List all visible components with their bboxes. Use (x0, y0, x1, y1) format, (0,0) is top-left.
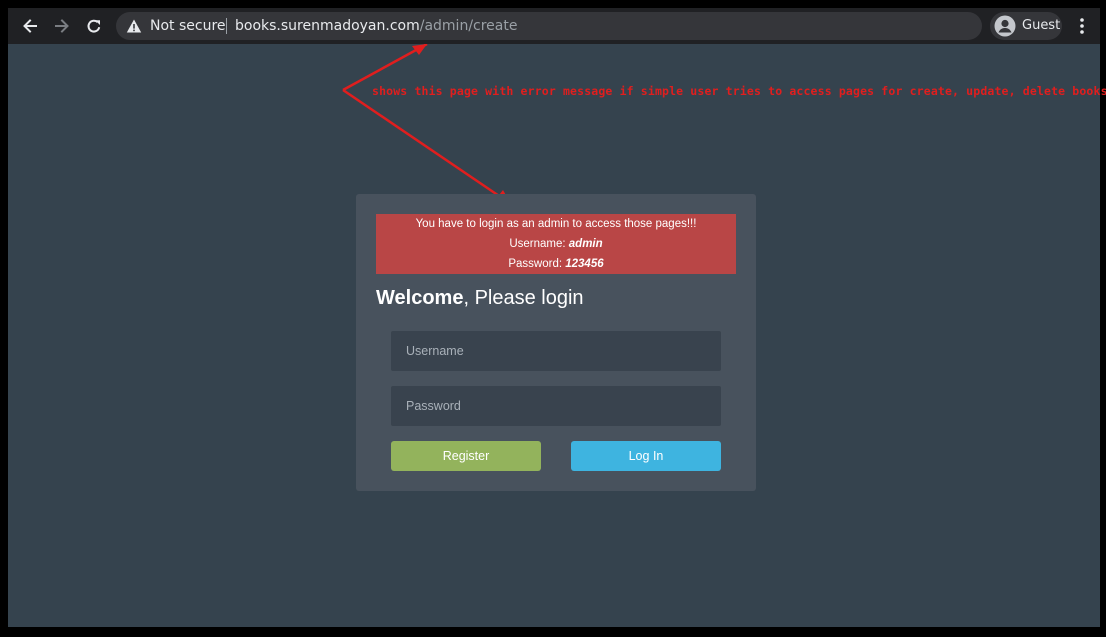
reload-button[interactable] (81, 13, 107, 39)
back-button[interactable] (17, 13, 43, 39)
arrow-left-icon (23, 19, 37, 33)
address-bar[interactable]: Not secure books.surenmadoyan.com/admin/… (116, 12, 982, 40)
arrowhead-url-icon (412, 44, 427, 55)
alert-password-value: 123456 (565, 258, 604, 270)
url-path: /admin/create (419, 18, 518, 34)
register-button[interactable]: Register (391, 441, 541, 471)
warning-triangle-icon (126, 19, 142, 33)
password-field[interactable] (391, 386, 721, 426)
login-heading: Welcome, Please login (376, 286, 584, 310)
address-divider (226, 18, 227, 34)
profile-label: Guest (1022, 18, 1061, 33)
url-text[interactable]: books.surenmadoyan.com/admin/create (235, 18, 517, 34)
reload-icon (87, 19, 101, 33)
browser-menu-button[interactable] (1076, 14, 1088, 38)
login-button[interactable]: Log In (571, 441, 721, 471)
annotation-note: shows this page with error message if si… (372, 84, 1106, 98)
welcome-word: Welcome (376, 287, 464, 309)
account-circle-icon (994, 15, 1016, 37)
alert-message: You have to login as an admin to access … (415, 218, 697, 230)
annotation-arrow-to-alert (342, 88, 509, 204)
security-status-label[interactable]: Not secure (150, 18, 226, 34)
alert-username-line: Username: admin (376, 237, 736, 251)
username-field[interactable] (391, 331, 721, 371)
arrow-right-icon (55, 19, 69, 33)
alert-username-value: admin (568, 238, 603, 250)
alert-password-label: Password: (508, 258, 563, 270)
welcome-subtitle: , Please login (463, 287, 584, 309)
admin-required-alert: You have to login as an admin to access … (376, 214, 736, 274)
browser-toolbar: Not secure books.surenmadoyan.com/admin/… (8, 8, 1100, 44)
forward-button[interactable] (49, 13, 75, 39)
alert-password-line: Password: 123456 (376, 257, 736, 271)
profile-button[interactable]: Guest (990, 12, 1062, 40)
kebab-menu-icon (1080, 18, 1084, 34)
url-host: books.surenmadoyan.com (235, 18, 420, 34)
alert-username-label: Username: (509, 238, 566, 250)
login-panel: You have to login as an admin to access … (356, 194, 756, 491)
screen-frame: Not secure books.surenmadoyan.com/admin/… (0, 0, 1106, 637)
page-viewport: shows this page with error message if si… (8, 44, 1106, 627)
